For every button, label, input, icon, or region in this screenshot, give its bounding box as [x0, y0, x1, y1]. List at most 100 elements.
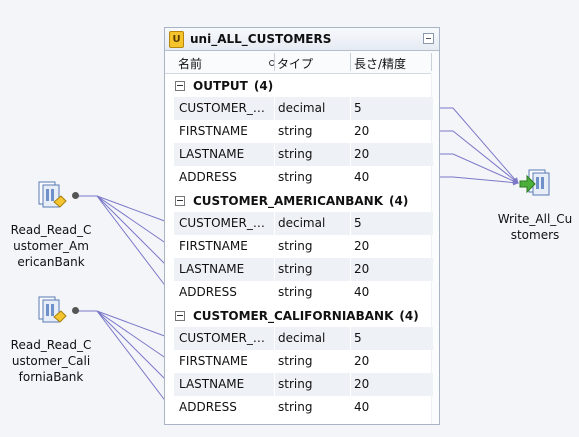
cell-divider [274, 258, 275, 281]
cell-divider [274, 97, 275, 120]
column-precision-header[interactable]: 長さ/精度 [354, 55, 406, 72]
union-icon: U [169, 30, 184, 48]
cell-divider [274, 143, 275, 166]
port-type: string [278, 285, 313, 299]
port-precision: 40 [354, 170, 370, 184]
port-type: string [278, 239, 313, 253]
port-name: CUSTOMER_… [179, 101, 265, 115]
group-count: (4) [389, 193, 409, 208]
cell-divider [274, 235, 275, 258]
port-row[interactable]: LASTNAME string 20 [174, 258, 433, 281]
port-precision: 5 [354, 216, 362, 230]
collapse-toggle-icon[interactable] [175, 80, 185, 91]
cell-divider [350, 281, 351, 304]
column-divider[interactable] [431, 53, 432, 71]
group-header[interactable]: CUSTOMER_CALIFORNIABANK (4) [165, 304, 433, 327]
cell-divider [274, 373, 275, 396]
cell-divider [274, 350, 275, 373]
port-row[interactable]: CUSTOMER_… decimal 5 [174, 327, 433, 350]
source-label-line: ericanBank [17, 255, 85, 269]
column-header: 名前 タイプ 長さ/精度 [165, 51, 439, 74]
cell-divider [350, 373, 351, 396]
source-node-american[interactable]: Read_Read_C ustomer_Am ericanBank [6, 180, 96, 270]
collapse-toggle-icon[interactable] [175, 310, 185, 321]
group-label: OUTPUT [193, 78, 248, 93]
cell-divider [350, 212, 351, 235]
target-label-line: stomers [510, 228, 560, 242]
cell-divider [350, 166, 351, 189]
port-type: string [278, 262, 313, 276]
group-header[interactable]: OUTPUT (4) [165, 74, 433, 97]
port-row[interactable]: LASTNAME string 20 [174, 143, 433, 166]
port-type: decimal [278, 101, 326, 115]
cell-divider [350, 350, 351, 373]
port-row[interactable]: FIRSTNAME string 20 [174, 350, 433, 373]
cell-divider [350, 258, 351, 281]
source-port-california[interactable] [72, 307, 79, 314]
port-precision: 5 [354, 331, 362, 345]
column-name-header[interactable]: 名前 [178, 55, 202, 72]
source-label-line: ustomer_Cali [11, 354, 91, 368]
union-transformation[interactable]: U uni_ALL_CUSTOMERS 名前 タイプ 長さ/精度 OUTPUT (… [164, 27, 440, 425]
port-name: FIRSTNAME [179, 354, 248, 368]
port-type: string [278, 400, 313, 414]
port-type: string [278, 124, 313, 138]
port-row[interactable]: FIRSTNAME string 20 [174, 120, 433, 143]
port-name: FIRSTNAME [179, 124, 248, 138]
port-row[interactable]: FIRSTNAME string 20 [174, 235, 433, 258]
port-row[interactable]: CUSTOMER_… decimal 5 [174, 97, 433, 120]
port-row[interactable]: ADDRESS string 40 [174, 281, 433, 304]
port-type: string [278, 377, 313, 391]
source-node-california[interactable]: Read_Read_C ustomer_Cali forniaBank [6, 295, 96, 385]
port-name: LASTNAME [179, 147, 245, 161]
group-count: (4) [399, 308, 419, 323]
source-label-line: Read_Read_C [10, 223, 92, 237]
port-row[interactable]: ADDRESS string 40 [174, 166, 433, 189]
port-type: decimal [278, 331, 326, 345]
port-type: decimal [278, 216, 326, 230]
column-divider[interactable] [274, 53, 275, 71]
target-node-write[interactable]: Write_All_Cu stomers [490, 167, 579, 243]
cell-divider [274, 396, 275, 419]
port-precision: 20 [354, 147, 370, 161]
group-count: (4) [253, 78, 274, 93]
port-precision: 20 [354, 124, 370, 138]
group-label: CUSTOMER_CALIFORNIABANK [193, 308, 394, 323]
transformation-title: uni_ALL_CUSTOMERS [190, 32, 332, 46]
port-name: CUSTOMER_… [179, 216, 265, 230]
port-precision: 20 [354, 239, 370, 253]
port-precision: 20 [354, 377, 370, 391]
read-source-icon [38, 296, 67, 323]
cell-divider [274, 281, 275, 304]
group-label: CUSTOMER_AMERICANBANK [193, 193, 384, 208]
source-port-american[interactable] [72, 192, 79, 199]
write-target-icon [519, 169, 550, 196]
cell-divider [350, 235, 351, 258]
port-precision: 20 [354, 262, 370, 276]
port-precision: 40 [354, 285, 370, 299]
port-precision: 5 [354, 101, 362, 115]
collapse-toggle-icon[interactable] [175, 195, 185, 206]
cell-divider [274, 120, 275, 143]
port-row[interactable]: CUSTOMER_… decimal 5 [174, 212, 433, 235]
port-name: ADDRESS [179, 285, 237, 299]
port-row[interactable]: ADDRESS string 40 [174, 396, 433, 419]
port-name: LASTNAME [179, 262, 245, 276]
source-label-line: forniaBank [18, 370, 84, 384]
port-name: ADDRESS [179, 400, 237, 414]
cell-divider [350, 97, 351, 120]
column-divider[interactable] [350, 53, 351, 71]
port-name: ADDRESS [179, 170, 237, 184]
port-row[interactable]: LASTNAME string 20 [174, 373, 433, 396]
group-header[interactable]: CUSTOMER_AMERICANBANK (4) [165, 189, 433, 212]
port-precision: 20 [354, 354, 370, 368]
port-name: FIRSTNAME [179, 239, 248, 253]
read-source-icon [38, 181, 67, 208]
cell-divider [350, 143, 351, 166]
minimize-button[interactable] [423, 33, 434, 44]
cell-divider [350, 396, 351, 419]
transformation-header[interactable]: U uni_ALL_CUSTOMERS [165, 28, 439, 51]
target-label-line: Write_All_Cu [497, 212, 573, 226]
column-type-header[interactable]: タイプ [277, 55, 313, 72]
source-label-line: Read_Read_C [10, 338, 92, 352]
